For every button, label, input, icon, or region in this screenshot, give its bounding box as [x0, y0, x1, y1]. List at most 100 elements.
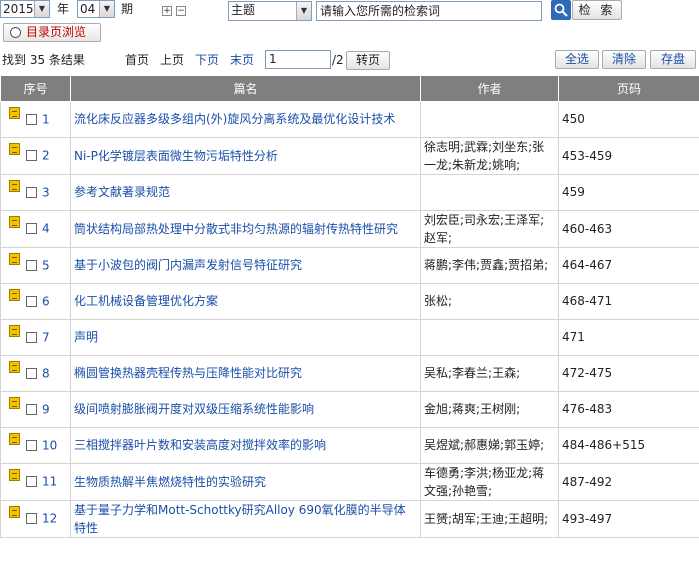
- article-title-link[interactable]: 基于小波包的阀门内漏声发射信号特征研究: [74, 258, 302, 272]
- header-number: 序号: [0, 76, 71, 102]
- table-row: 2 Ni-P化学镀层表面微生物污垢特性分析 徐志明;武霖;刘坐东;张一龙;朱新龙;姚…: [0, 136, 699, 175]
- pages-cell: 468-471: [558, 282, 699, 320]
- article-title-link[interactable]: 化工机械设备管理优化方案: [74, 294, 218, 308]
- page-number-input[interactable]: 1: [265, 50, 331, 69]
- document-icon[interactable]: [9, 252, 20, 265]
- clear-button[interactable]: 清除: [602, 50, 646, 69]
- title-cell: 三相搅拌器叶片数和安装高度对搅拌效率的影响: [70, 426, 421, 464]
- table-row: 3 参考文献著录规范 459: [0, 173, 699, 211]
- search-toolbar: 2015 ▼ 年 04 ▼ 期 + − 主题 ▼ 请输入您所需的检索词 检 索 …: [0, 0, 699, 46]
- document-icon[interactable]: [9, 216, 20, 229]
- table-header-row: 序号 篇名 作者 页码: [0, 76, 699, 102]
- row-number: 12: [42, 511, 58, 526]
- row-checkbox[interactable]: [26, 259, 37, 271]
- row-checkbox[interactable]: [26, 439, 37, 451]
- table-row: 8 椭圆管换热器壳程传热与压降性能对比研究 吴私;李春兰;王森; 472-475: [0, 354, 699, 392]
- row-checkbox[interactable]: [26, 295, 37, 307]
- document-icon[interactable]: [9, 469, 20, 482]
- chevron-down-icon: ▼: [99, 1, 114, 17]
- article-title-link[interactable]: 椭圆管换热器壳程传热与压降性能对比研究: [74, 366, 302, 380]
- header-pages: 页码: [558, 76, 699, 102]
- row-number-cell: 9: [0, 390, 71, 428]
- row-checkbox[interactable]: [26, 367, 37, 379]
- row-number: 10: [42, 438, 58, 453]
- title-cell: 椭圆管换热器壳程传热与压降性能对比研究: [70, 354, 421, 392]
- row-checkbox[interactable]: [26, 476, 37, 488]
- row-checkbox[interactable]: [26, 331, 37, 343]
- row-number: 7: [42, 330, 50, 345]
- row-checkbox[interactable]: [26, 113, 37, 125]
- field-select[interactable]: 主题 ▼: [228, 1, 312, 21]
- pages-cell: 460-463: [558, 209, 699, 248]
- document-icon[interactable]: [9, 288, 20, 301]
- row-number-cell: 12: [0, 499, 71, 538]
- article-title-link[interactable]: 声明: [74, 330, 98, 344]
- document-icon[interactable]: [9, 324, 20, 337]
- row-number-cell: 1: [0, 100, 71, 138]
- row-number: 11: [42, 474, 58, 489]
- row-number-cell: 4: [0, 209, 71, 248]
- directory-browse-button[interactable]: 目录页浏览: [3, 23, 101, 42]
- article-title-link[interactable]: 筒状结构局部热处理中分散式非均匀热源的辐射传热特性研究: [74, 222, 398, 236]
- document-icon[interactable]: [9, 143, 20, 156]
- pages-cell: 487-492: [558, 462, 699, 501]
- row-checkbox[interactable]: [26, 403, 37, 415]
- title-cell: 参考文献著录规范: [70, 173, 421, 211]
- article-title-link[interactable]: 流化床反应器多级多组内(外)旋风分离系统及最优化设计技术: [74, 112, 395, 126]
- document-icon[interactable]: [9, 396, 20, 409]
- table-row: 6 化工机械设备管理优化方案 张松; 468-471: [0, 282, 699, 320]
- authors-cell: 刘宏臣;司永宏;王泽军;赵军;: [420, 209, 559, 248]
- row-number-cell: 10: [0, 426, 71, 464]
- row-checkbox[interactable]: [26, 186, 37, 198]
- table-row: 11 生物质热解半焦燃烧特性的实验研究 车德勇;李洪;杨亚龙;蒋文强;孙艳雪; 487…: [0, 462, 699, 501]
- article-title-link[interactable]: Ni-P化学镀层表面微生物污垢特性分析: [74, 149, 278, 163]
- authors-cell: 车德勇;李洪;杨亚龙;蒋文强;孙艳雪;: [420, 462, 559, 501]
- title-cell: 流化床反应器多级多组内(外)旋风分离系统及最优化设计技术: [70, 100, 421, 138]
- article-title-link[interactable]: 三相搅拌器叶片数和安装高度对搅拌效率的影响: [74, 438, 326, 452]
- pages-cell: 464-467: [558, 246, 699, 284]
- search-input[interactable]: 请输入您所需的检索词: [316, 1, 542, 21]
- table-row: 5 基于小波包的阀门内漏声发射信号特征研究 蒋鹏;李伟;贾鑫;贾招弟; 464-467: [0, 246, 699, 284]
- row-number-cell: 5: [0, 246, 71, 284]
- year-select[interactable]: 2015 ▼: [0, 0, 50, 18]
- pages-cell: 493-497: [558, 499, 699, 538]
- document-icon[interactable]: [9, 360, 20, 373]
- authors-cell: 金旭;蒋爽;王树刚;: [420, 390, 559, 428]
- article-title-link[interactable]: 级间喷射膨胀阀开度对双级压缩系统性能影响: [74, 402, 314, 416]
- first-page-link[interactable]: 首页: [125, 52, 149, 68]
- document-icon[interactable]: [9, 432, 20, 445]
- table-body: 1 流化床反应器多级多组内(外)旋风分离系统及最优化设计技术 450 2 Ni-P化学镀…: [0, 100, 699, 538]
- article-title-link[interactable]: 基于量子力学和Mott-Schottky研究Alloy 690氧化膜的半导体特性: [74, 503, 406, 535]
- row-number-cell: 6: [0, 282, 71, 320]
- row-checkbox[interactable]: [26, 150, 37, 162]
- row-number: 8: [42, 366, 50, 381]
- last-page-link[interactable]: 末页: [230, 52, 254, 68]
- next-page-link[interactable]: 下页: [195, 52, 219, 68]
- journal-search-page: 2015 ▼ 年 04 ▼ 期 + − 主题 ▼ 请输入您所需的检索词 检 索 …: [0, 0, 699, 562]
- document-icon[interactable]: [9, 506, 20, 519]
- table-row: 10 三相搅拌器叶片数和安装高度对搅拌效率的影响 吴煜斌;郝惠娣;郭玉婷; 484-4…: [0, 426, 699, 464]
- expand-icon[interactable]: +: [162, 6, 172, 16]
- prev-page-link[interactable]: 上页: [160, 52, 184, 68]
- document-icon[interactable]: [9, 179, 20, 192]
- row-checkbox[interactable]: [26, 223, 37, 235]
- chevron-down-icon: ▼: [296, 2, 311, 20]
- page-total: /2: [332, 53, 344, 67]
- row-checkbox[interactable]: [26, 513, 37, 525]
- chevron-down-icon: ▼: [34, 1, 49, 17]
- select-all-button[interactable]: 全选: [555, 50, 599, 69]
- article-title-link[interactable]: 生物质热解半焦燃烧特性的实验研究: [74, 475, 266, 489]
- document-icon[interactable]: [9, 106, 20, 119]
- field-value: 主题: [231, 3, 256, 17]
- row-number: 2: [42, 148, 50, 163]
- article-title-link[interactable]: 参考文献著录规范: [74, 185, 170, 199]
- row-number-cell: 3: [0, 173, 71, 211]
- collapse-icon[interactable]: −: [176, 6, 186, 16]
- search-icon[interactable]: [551, 0, 571, 20]
- save-button[interactable]: 存盘: [650, 50, 696, 69]
- authors-cell: 吴煜斌;郝惠娣;郭玉婷;: [420, 426, 559, 464]
- issue-select[interactable]: 04 ▼: [77, 0, 115, 18]
- authors-cell: 王赟;胡军;王迪;王超明;: [420, 499, 559, 538]
- jump-page-button[interactable]: 转页: [346, 51, 390, 70]
- search-button[interactable]: 检 索: [572, 0, 622, 20]
